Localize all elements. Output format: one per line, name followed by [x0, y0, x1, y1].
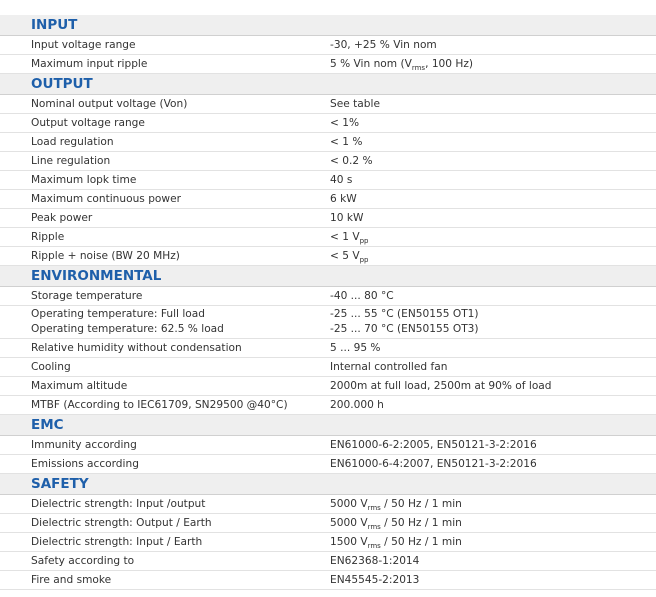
spec-label: Dielectric strength: Input / Earth — [31, 536, 203, 548]
spec-label: MTBF (According to IEC61709, SN29500 @40… — [31, 399, 288, 411]
spec-row: Load regulation < 1 % — [0, 133, 656, 152]
spec-row: Operating temperature: Full load Operati… — [0, 306, 656, 339]
spec-label: Fire and smoke — [31, 574, 112, 586]
spec-label: Line regulation — [31, 155, 111, 167]
spec-row: Emissions according EN61000-6-4:2007, EN… — [0, 455, 656, 474]
spec-label: Output voltage range — [31, 117, 145, 129]
unit-subscript: rms — [411, 64, 426, 73]
unit-subscript: rms — [367, 504, 381, 513]
spec-label: Relative humidity without condensation — [31, 342, 242, 354]
spec-value: 6 kW — [330, 193, 357, 205]
spec-row: Maximum continuous power 6 kW — [0, 190, 656, 209]
section-heading-emc: EMC — [0, 415, 656, 436]
spec-row: Input voltage range -30, +25 % Vin nom — [0, 36, 656, 55]
spec-label: Input voltage range — [31, 39, 136, 51]
spec-label: Cooling — [31, 361, 71, 373]
spec-value: -40 ... 80 °C — [330, 290, 394, 302]
spec-value: EN62368-1:2014 — [330, 555, 420, 567]
spec-row: Safety according to EN62368-1:2014 — [0, 552, 656, 571]
spec-row: Fire and smoke EN45545-2:2013 — [0, 571, 656, 590]
spec-label: Peak power — [31, 212, 93, 224]
spec-label: Nominal output voltage (Von) — [31, 98, 188, 110]
spec-label: Ripple — [31, 231, 65, 243]
unit-subscript: pp — [359, 256, 369, 265]
spec-label: Maximum altitude — [31, 380, 128, 392]
spec-row: Maximum input ripple 5 % Vin nom (Vrms, … — [0, 55, 656, 74]
spec-row: Dielectric strength: Input /output 5000 … — [0, 495, 656, 514]
spec-value: < 5 Vpp — [330, 250, 369, 265]
spec-row: Maximum altitude 2000m at full load, 250… — [0, 377, 656, 396]
spec-value: EN45545-2:2013 — [330, 574, 420, 586]
spec-value: < 1 % — [330, 136, 363, 148]
section-heading-safety: SAFETY — [0, 474, 656, 495]
spec-label: Ripple + noise (BW 20 MHz) — [31, 250, 180, 262]
spec-label: Load regulation — [31, 136, 114, 148]
spec-row: Nominal output voltage (Von) See table — [0, 95, 656, 114]
spec-label: Maximum continuous power — [31, 193, 181, 205]
spec-label: Dielectric strength: Output / Earth — [31, 517, 212, 529]
unit-subscript: rms — [367, 523, 381, 532]
spec-label: Safety according to — [31, 555, 135, 567]
spec-row: Peak power 10 kW — [0, 209, 656, 228]
spec-value: EN61000-6-4:2007, EN50121-3-2:2016 — [330, 458, 537, 470]
section-heading-input: INPUT — [0, 15, 656, 36]
unit-subscript: rms — [367, 542, 381, 551]
spec-row: Ripple < 1 Vpp — [0, 228, 656, 247]
spec-value: See table — [330, 98, 380, 110]
spec-label: Operating temperature: Full load Operati… — [31, 308, 224, 335]
spec-label: Dielectric strength: Input /output — [31, 498, 206, 510]
spec-value: 5 % Vin nom (Vrms, 100 Hz) — [330, 58, 474, 73]
spec-label: Maximum input ripple — [31, 58, 148, 70]
spec-value: 40 s — [330, 174, 353, 186]
spec-row: Cooling Internal controlled fan — [0, 358, 656, 377]
spec-value: Internal controlled fan — [330, 361, 448, 373]
spec-value: 5 ... 95 % — [330, 342, 381, 354]
spec-value: -30, +25 % Vin nom — [330, 39, 437, 51]
spec-value: -25 ... 55 °C (EN50155 OT1) -25 ... 70 °… — [330, 308, 479, 335]
spec-row: Line regulation < 0.2 % — [0, 152, 656, 171]
spec-row: Dielectric strength: Input / Earth 1500 … — [0, 533, 656, 552]
spec-table: INPUT Input voltage range -30, +25 % Vin… — [0, 0, 656, 590]
spec-row: Dielectric strength: Output / Earth 5000… — [0, 514, 656, 533]
spec-value: 10 kW — [330, 212, 364, 224]
spec-label: Immunity according — [31, 439, 137, 451]
spec-label: Storage temperature — [31, 290, 143, 302]
spec-row: Relative humidity without condensation 5… — [0, 339, 656, 358]
section-heading-output: OUTPUT — [0, 74, 656, 95]
spec-row: MTBF (According to IEC61709, SN29500 @40… — [0, 396, 656, 415]
spec-label: Maximum Iopk time — [31, 174, 137, 186]
spec-row: Storage temperature -40 ... 80 °C — [0, 287, 656, 306]
unit-subscript: pp — [359, 237, 369, 246]
spec-label: Emissions according — [31, 458, 139, 470]
spec-row: Immunity according EN61000-6-2:2005, EN5… — [0, 436, 656, 455]
spec-row: Maximum Iopk time 40 s — [0, 171, 656, 190]
spec-row: Output voltage range < 1% — [0, 114, 656, 133]
spec-value: 2000m at full load, 2500m at 90% of load — [330, 380, 552, 392]
section-heading-environmental: ENVIRONMENTAL — [0, 266, 656, 287]
spec-row: Ripple + noise (BW 20 MHz) < 5 Vpp — [0, 247, 656, 266]
spec-value: < 0.2 % — [330, 155, 373, 167]
spec-value: 200.000 h — [330, 399, 384, 411]
spec-value: EN61000-6-2:2005, EN50121-3-2:2016 — [330, 439, 537, 451]
spec-value: < 1% — [330, 117, 360, 129]
